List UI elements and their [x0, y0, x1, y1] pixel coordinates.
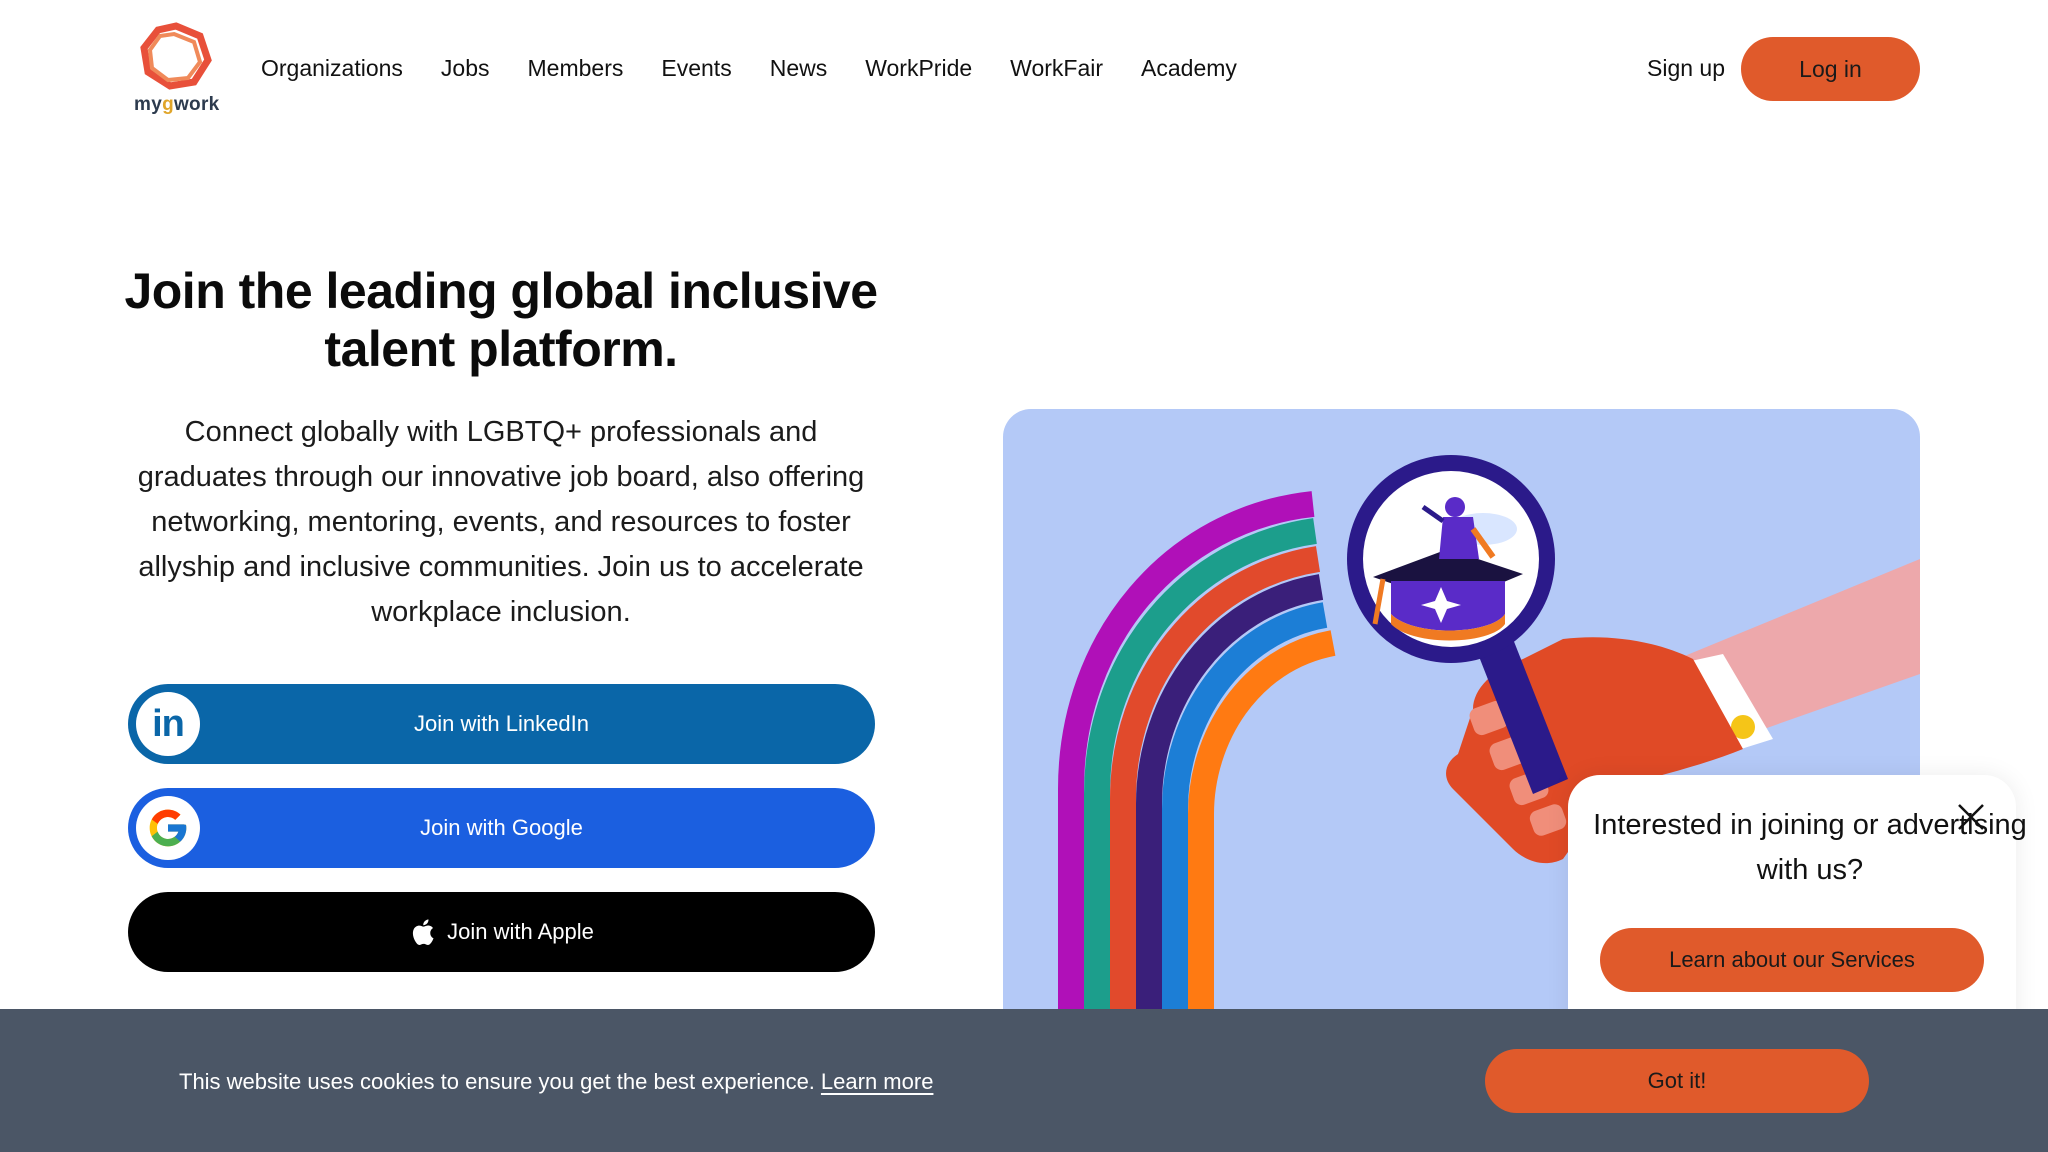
linkedin-icon: in [136, 692, 200, 756]
learn-services-button[interactable]: Learn about our Services [1600, 928, 1984, 992]
logo-wordmark: mygwork [134, 94, 220, 115]
google-icon [136, 796, 200, 860]
site-header: mygwork Organizations Jobs Members Event… [0, 0, 2048, 136]
join-apple-button[interactable]: Join with Apple [128, 892, 875, 972]
nav-workfair[interactable]: WorkFair [1010, 50, 1103, 86]
logo-mark-icon [140, 22, 212, 90]
cookie-banner: This website uses cookies to ensure you … [0, 1009, 2048, 1152]
nav-organizations[interactable]: Organizations [261, 50, 403, 86]
apple-icon [413, 919, 434, 945]
cookie-message: This website uses cookies to ensure you … [179, 1067, 933, 1097]
main-nav: Organizations Jobs Members Events News W… [261, 50, 1275, 86]
cookie-text: This website uses cookies to ensure you … [179, 1069, 815, 1094]
sign-up-link[interactable]: Sign up [1647, 50, 1725, 86]
hero-subtitle: Connect globally with LGBTQ+ professiona… [137, 416, 865, 628]
nav-academy[interactable]: Academy [1141, 50, 1237, 86]
cookie-learn-more-link[interactable]: Learn more [821, 1069, 934, 1094]
cookie-accept-button[interactable]: Got it! [1485, 1049, 1869, 1113]
nav-news[interactable]: News [770, 50, 828, 86]
join-linkedin-label: Join with LinkedIn [414, 711, 589, 736]
close-icon[interactable] [1956, 802, 1986, 832]
nav-jobs[interactable]: Jobs [441, 50, 490, 86]
join-linkedin-button[interactable]: in Join with LinkedIn [128, 684, 875, 764]
log-in-button[interactable]: Log in [1741, 37, 1920, 101]
services-popup: Interested in joining or advertising wit… [1568, 775, 2027, 1035]
join-apple-label: Join with Apple [447, 919, 594, 944]
join-google-label: Join with Google [420, 815, 583, 840]
nav-events[interactable]: Events [661, 50, 731, 86]
hero-title: Join the leading global inclusive talent… [124, 263, 878, 377]
mygwork-logo[interactable]: mygwork [134, 20, 220, 120]
nav-members[interactable]: Members [528, 50, 624, 86]
nav-workpride[interactable]: WorkPride [865, 50, 972, 86]
join-google-button[interactable]: Join with Google [128, 788, 875, 868]
